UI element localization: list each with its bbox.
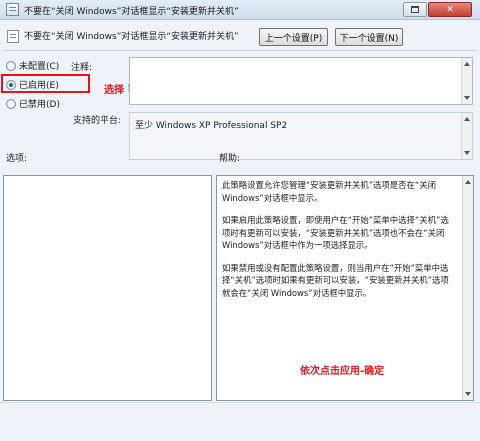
radio-circle[interactable]	[6, 98, 16, 109]
help-text: 此策略设置允许您管理“安装更新并关机”选项是否在“关闭 Windows”对话框中…	[217, 179, 462, 309]
platform-scrollbar[interactable]	[461, 113, 472, 159]
platform-label: 支持的平台:	[73, 116, 122, 126]
annotation-apply-ok: 依次点击应用-确定	[300, 366, 385, 377]
button-bar	[0, 402, 480, 441]
policy-icon	[7, 30, 19, 43]
platform-field: 至少 Windows XP Professional SP2	[129, 112, 473, 160]
close-button[interactable]: ✕	[428, 2, 472, 17]
scroll-down-icon[interactable]	[464, 151, 470, 155]
scroll-up-icon[interactable]	[464, 117, 470, 121]
help-panel: 此策略设置允许您管理“安装更新并关机”选项是否在“关闭 Windows”对话框中…	[216, 175, 474, 401]
help-paragraph: 如果禁用或没有配置此策略设置，则当用户在“开始”菜单中选择“关机”选项时如果有更…	[222, 262, 449, 298]
comment-field[interactable]	[129, 57, 473, 105]
help-paragraph: 此策略设置允许您管理“安装更新并关机”选项是否在“关闭 Windows”对话框中…	[222, 180, 437, 203]
scroll-down-icon[interactable]	[464, 96, 470, 100]
window-title: 不要在“关闭 Windows”对话框显示“安装更新并关机”	[24, 7, 239, 17]
title-bar: 不要在“关闭 Windows”对话框显示“安装更新并关机” ✕	[0, 0, 480, 20]
comment-scrollbar[interactable]	[461, 58, 472, 104]
radio-label: 已禁用(D)	[19, 100, 60, 110]
policy-icon	[6, 3, 19, 16]
previous-setting-button[interactable]: 上一个设置(P)	[259, 28, 328, 46]
scroll-up-icon[interactable]	[464, 62, 470, 66]
help-label: 帮助:	[219, 154, 241, 164]
policy-title: 不要在“关闭 Windows”对话框显示“安装更新并关机”	[24, 32, 239, 42]
platform-value: 至少 Windows XP Professional SP2	[135, 121, 288, 131]
radio-not-configured[interactable]: 未配置(C)	[6, 59, 59, 72]
options-label: 选项:	[6, 154, 28, 164]
help-paragraph: 如果启用此策略设置，即使用户在“开始”菜单中选择“关机”选项时有更新可以安装，“…	[222, 215, 449, 250]
annotation-highlight-box	[1, 74, 90, 93]
radio-circle[interactable]	[6, 60, 16, 71]
divider	[3, 50, 477, 51]
dialog-body: 不要在“关闭 Windows”对话框显示“安装更新并关机” 上一个设置(P) 下…	[0, 20, 480, 441]
help-scrollbar[interactable]	[462, 176, 473, 400]
radio-label: 未配置(C)	[19, 62, 60, 72]
radio-disabled[interactable]: 已禁用(D)	[6, 97, 60, 110]
comment-label: 注释:	[71, 63, 93, 73]
maximize-button[interactable]	[403, 2, 427, 17]
scroll-up-icon[interactable]	[465, 180, 471, 184]
maximize-icon	[411, 6, 419, 13]
next-setting-button[interactable]: 下一个设置(N)	[335, 28, 403, 46]
options-panel	[3, 175, 212, 401]
scroll-down-icon[interactable]	[465, 392, 471, 396]
